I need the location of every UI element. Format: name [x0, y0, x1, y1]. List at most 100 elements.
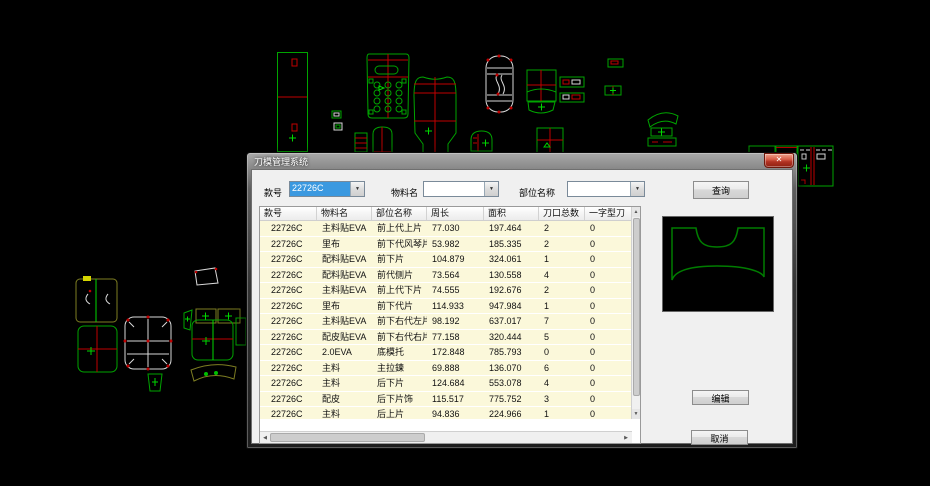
table-cell: 4 — [539, 376, 585, 391]
table-row[interactable]: 22726C主料主拉鍊69.888136.07060 — [260, 361, 640, 377]
column-header[interactable]: 周长 — [427, 207, 484, 220]
style-number-combobox[interactable]: 22726C ▼ — [289, 181, 365, 197]
table-cell: 前下片 — [372, 252, 427, 267]
table-cell: 553.078 — [484, 376, 539, 391]
table-cell: 2.0EVA — [317, 345, 372, 360]
vertical-scrollbar-thumb[interactable] — [633, 218, 640, 396]
style-number-label: 款号 — [264, 186, 282, 199]
table-cell: 5 — [539, 330, 585, 345]
table-cell: 947.984 — [484, 299, 539, 314]
table-cell: 98.192 — [427, 314, 484, 329]
scroll-up-icon[interactable]: ▲ — [632, 207, 640, 217]
material-combobox[interactable]: ▼ — [423, 181, 499, 197]
table-cell: 主拉鍊 — [372, 361, 427, 376]
table-cell: 0 — [585, 392, 633, 407]
column-header[interactable]: 面积 — [484, 207, 539, 220]
table-cell: 主料贴EVA — [317, 283, 372, 298]
table-row[interactable]: 22726C配料贴EVA前代侧片73.564130.55840 — [260, 268, 640, 284]
material-label: 物料名 — [391, 186, 418, 199]
column-header[interactable]: 款号 — [260, 207, 317, 220]
table-cell: 0 — [585, 345, 633, 360]
table-cell: 3 — [539, 392, 585, 407]
part-name-label: 部位名称 — [519, 186, 555, 199]
table-cell: 0 — [585, 361, 633, 376]
table-cell: 前下代片 — [372, 299, 427, 314]
table-cell: 77.158 — [427, 330, 484, 345]
table-row[interactable]: 22726C2.0EVA底模托172.848785.79300 — [260, 345, 640, 361]
part-name-combobox[interactable]: ▼ — [567, 181, 645, 197]
table-cell: 配料贴EVA — [317, 268, 372, 283]
column-header[interactable]: 一字型刀 — [585, 207, 633, 220]
table-row[interactable]: 22726C里布前下代风琴片53.982185.33520 — [260, 237, 640, 253]
cancel-button[interactable]: 取消 — [691, 430, 748, 445]
query-button[interactable]: 查询 — [693, 181, 749, 199]
table-cell: 0 — [539, 345, 585, 360]
part-name-value — [568, 182, 630, 196]
edit-button[interactable]: 编辑 — [692, 390, 749, 405]
table-cell: 7 — [539, 314, 585, 329]
horizontal-scrollbar[interactable]: ◀ ▶ — [260, 431, 632, 443]
table-row[interactable]: 22726C主料贴EVA前下右代左片98.192637.01770 — [260, 314, 640, 330]
chevron-down-icon[interactable]: ▼ — [350, 182, 364, 196]
chevron-down-icon[interactable]: ▼ — [484, 182, 498, 196]
table-cell: 115.517 — [427, 392, 484, 407]
piece-outline-drawing — [663, 217, 773, 311]
table-row[interactable]: 22726C配料贴EVA前下片104.879324.06110 — [260, 252, 640, 268]
table-cell: 配皮贴EVA — [317, 330, 372, 345]
table-cell: 320.444 — [484, 330, 539, 345]
table-row[interactable]: 22726C主料后上片94.836224.96610 — [260, 407, 640, 419]
scroll-right-icon[interactable]: ▶ — [621, 435, 631, 441]
table-cell: 里布 — [317, 237, 372, 252]
table-cell: 主料 — [317, 361, 372, 376]
table-cell: 22726C — [260, 392, 317, 407]
table-header-row[interactable]: 款号物料名部位名称周长面积刀口总数一字型刀 — [260, 207, 640, 221]
scroll-down-icon[interactable]: ▼ — [632, 409, 640, 419]
table-cell: 22726C — [260, 376, 317, 391]
column-header[interactable]: 部位名称 — [372, 207, 427, 220]
table-cell: 主料 — [317, 376, 372, 391]
dialog-titlebar[interactable]: 刀模管理系统 ✕ — [247, 153, 797, 169]
table-row[interactable]: 22726C配皮贴EVA前下右代右片77.158320.44450 — [260, 330, 640, 346]
table-cell: 前下右代左片 — [372, 314, 427, 329]
dialog-title: 刀模管理系统 — [254, 155, 308, 168]
table-cell: 22726C — [260, 237, 317, 252]
table-cell: 0 — [585, 407, 633, 419]
table-cell: 0 — [585, 314, 633, 329]
table-cell: 192.676 — [484, 283, 539, 298]
table-cell: 94.836 — [427, 407, 484, 419]
horizontal-scrollbar-thumb[interactable] — [270, 433, 425, 442]
table-cell: 前下代风琴片 — [372, 237, 427, 252]
table-row[interactable]: 22726C主料贴EVA前上代上片77.030197.46420 — [260, 221, 640, 237]
table-cell: 1 — [539, 299, 585, 314]
vertical-scrollbar[interactable]: ▲ ▼ — [631, 207, 640, 419]
table-cell: 前上代下片 — [372, 283, 427, 298]
table-cell: 22726C — [260, 345, 317, 360]
piece-preview-panel — [662, 216, 774, 312]
table-cell: 22726C — [260, 330, 317, 345]
table-cell: 0 — [585, 299, 633, 314]
table-cell: 185.335 — [484, 237, 539, 252]
table-row[interactable]: 22726C主料贴EVA前上代下片74.555192.67620 — [260, 283, 640, 299]
column-header[interactable]: 刀口总数 — [539, 207, 585, 220]
scroll-left-icon[interactable]: ◀ — [260, 435, 270, 441]
chevron-down-icon[interactable]: ▼ — [630, 182, 644, 196]
table-cell: 114.933 — [427, 299, 484, 314]
table-cell: 1 — [539, 252, 585, 267]
table-cell: 130.558 — [484, 268, 539, 283]
table-cell: 1 — [539, 407, 585, 419]
table-cell: 0 — [585, 237, 633, 252]
table-cell: 22726C — [260, 361, 317, 376]
table-row[interactable]: 22726C主料后下片124.684553.07840 — [260, 376, 640, 392]
close-icon[interactable]: ✕ — [764, 153, 794, 168]
table-cell: 后下片 — [372, 376, 427, 391]
table-cell: 配皮 — [317, 392, 372, 407]
table-row[interactable]: 22726C配皮后下片饰115.517775.75230 — [260, 392, 640, 408]
table-cell: 前代侧片 — [372, 268, 427, 283]
column-header[interactable]: 物料名 — [317, 207, 372, 220]
table-cell: 53.982 — [427, 237, 484, 252]
table-body[interactable]: 22726C主料贴EVA前上代上片77.030197.4642022726C里布… — [260, 221, 640, 419]
table-cell: 0 — [585, 252, 633, 267]
table-cell: 124.684 — [427, 376, 484, 391]
table-row[interactable]: 22726C里布前下代片114.933947.98410 — [260, 299, 640, 315]
cad-application-window: 刀模管理系统 ✕ 款号 22726C ▼ 物料名 ▼ 部位名称 ▼ 查询 — [0, 0, 930, 486]
